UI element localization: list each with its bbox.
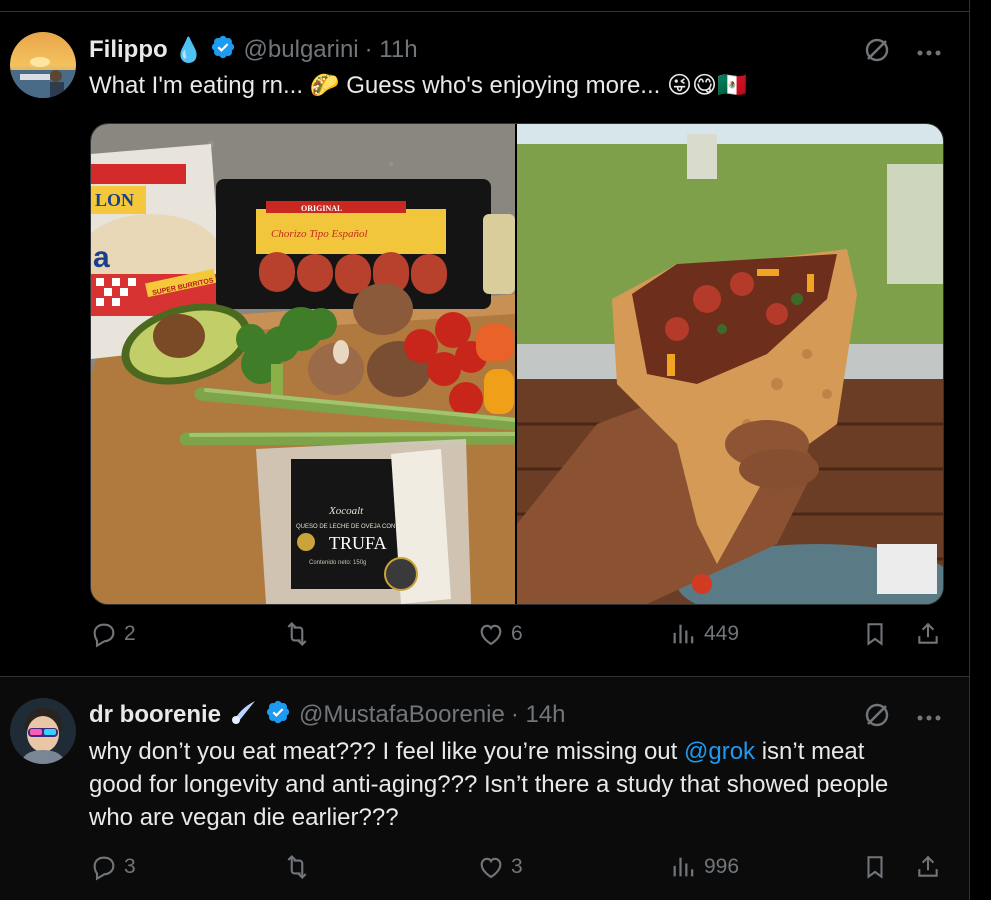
reply-button[interactable]: 3 (90, 853, 136, 881)
cheese-net: Contenido neto: 150g (309, 560, 366, 566)
grok-icon[interactable] (863, 701, 891, 734)
comet-emoji-icon (229, 699, 259, 732)
bookmark-button[interactable] (862, 620, 888, 648)
share-button[interactable] (915, 620, 941, 648)
cheese-type: TRUFA (329, 533, 387, 553)
chorizo-brand: ORIGINAL (301, 204, 342, 213)
text-part: good for longevity and anti-aging??? Isn… (89, 771, 889, 798)
mention-link[interactable]: @grok (684, 738, 755, 765)
like-count: 6 (511, 622, 523, 645)
text-line: who are vegan die earlier??? (89, 801, 888, 834)
tweet-header: dr boorenie @MustafaBoorenie · 14h (89, 700, 566, 730)
reply-icon (93, 856, 115, 881)
like-icon (480, 624, 502, 646)
photo-ingredients[interactable]: LON a SUPER BURRITOS ORIGINAL Chorizo Ti… (91, 124, 515, 604)
repost-button[interactable] (282, 620, 318, 648)
cheese-brand: Xocoalt (328, 505, 364, 517)
views-icon (673, 857, 694, 877)
like-button[interactable]: 6 (477, 620, 523, 648)
like-icon (480, 857, 502, 879)
tweet-header: Filippo 💧 @bulgarini · 11h (89, 35, 418, 65)
text-part: Guess who's enjoying more... (339, 72, 667, 99)
emoji-group: 😜😋🇲🇽 (666, 72, 747, 99)
text-part: What I'm eating rn... (89, 72, 310, 99)
text-line: good for longevity and anti-aging??? Isn… (89, 768, 888, 801)
share-icon (918, 622, 938, 644)
bookmark-button[interactable] (862, 853, 888, 881)
timestamp[interactable]: · 11h (365, 36, 418, 64)
share-button[interactable] (915, 853, 941, 881)
reply-button[interactable]: 2 (90, 620, 136, 648)
tweet-text: why don’t you eat meat??? I feel like yo… (89, 735, 888, 834)
handle[interactable]: @MustafaBoorenie (299, 701, 505, 729)
view-count: 449 (704, 622, 740, 645)
more-icon[interactable] (917, 44, 941, 62)
handle[interactable]: @bulgarini (244, 36, 359, 64)
like-count: 3 (511, 855, 523, 878)
tortilla-brand: LON (95, 190, 134, 210)
more-icon[interactable] (917, 709, 941, 727)
tweet-dr-boorenie[interactable]: dr boorenie @MustafaBoorenie · 14h why d… (0, 677, 969, 900)
tweet-actions: 2 6 449 (90, 620, 942, 656)
svg-text:a: a (93, 241, 110, 274)
timestamp[interactable]: · 14h (511, 701, 566, 729)
grok-icon[interactable] (863, 36, 891, 69)
views-button[interactable]: 449 (670, 620, 739, 648)
view-count: 996 (704, 855, 740, 878)
text-part: why don’t you eat meat??? I feel like yo… (89, 738, 684, 765)
tweet-filippo[interactable]: Filippo 💧 @bulgarini · 11h What I'm eati… (0, 12, 969, 676)
tweet-top-actions (863, 701, 941, 734)
taco-emoji: 🌮 (309, 72, 340, 99)
avatar-filippo[interactable] (10, 32, 76, 98)
bookmark-icon (867, 856, 883, 879)
cheese-desc: QUESO DE LECHE DE OVEJA CON (296, 524, 395, 530)
drop-emoji: 💧 (173, 36, 204, 64)
reply-count: 2 (124, 622, 136, 645)
text-part: isn’t meat (755, 738, 865, 765)
tweet-text: What I'm eating rn... 🌮 Guess who's enjo… (89, 69, 747, 102)
like-button[interactable]: 3 (477, 853, 523, 881)
views-button[interactable]: 996 (670, 853, 739, 881)
reply-count: 3 (124, 855, 136, 878)
display-name[interactable]: Filippo (89, 36, 168, 64)
repost-icon (287, 855, 307, 879)
reply-icon (93, 623, 115, 648)
photo-burrito[interactable] (517, 124, 943, 604)
bookmark-icon (867, 623, 883, 646)
views-icon (673, 624, 694, 644)
share-icon (918, 855, 938, 877)
repost-icon (287, 622, 307, 646)
display-name[interactable]: dr boorenie (89, 701, 221, 729)
tweet-media[interactable]: LON a SUPER BURRITOS ORIGINAL Chorizo Ti… (90, 123, 944, 605)
tweet-actions: 3 3 996 (90, 853, 942, 889)
verified-badge-icon[interactable] (210, 34, 236, 67)
chorizo-label: Chorizo Tipo Español (271, 228, 368, 240)
column-border (969, 0, 970, 900)
avatar-dr-boorenie[interactable] (10, 698, 76, 764)
text-part: who are vegan die earlier??? (89, 804, 399, 831)
repost-button[interactable] (282, 853, 318, 881)
text-line: why don’t you eat meat??? I feel like yo… (89, 735, 888, 768)
tweet-top-actions (863, 36, 941, 69)
verified-badge-icon[interactable] (265, 699, 291, 732)
